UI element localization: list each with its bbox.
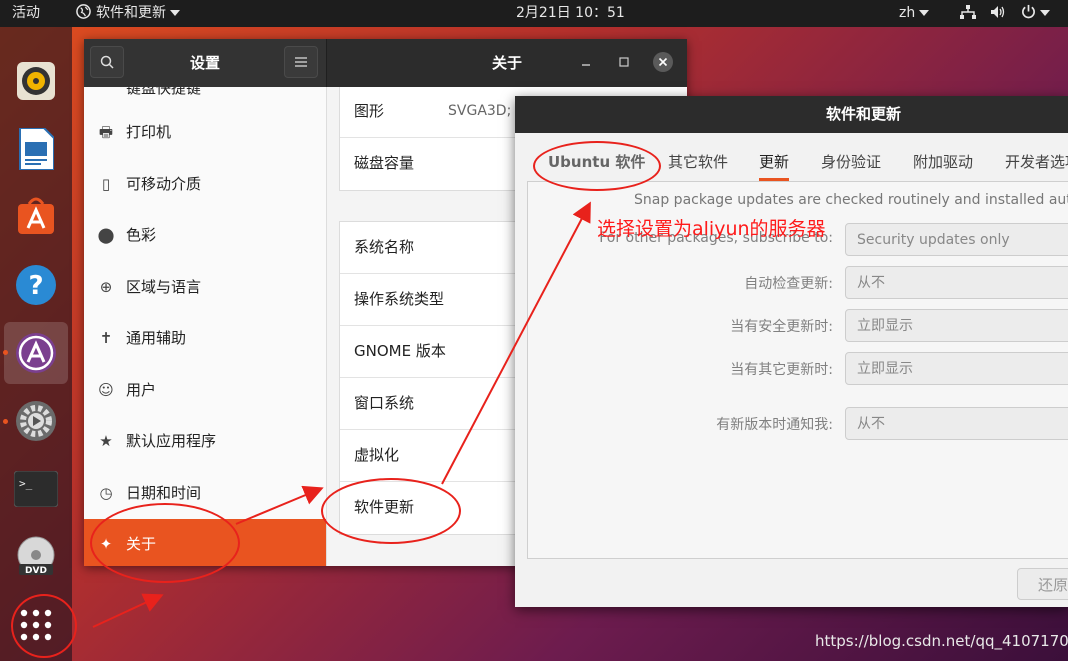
annotation-arrow (235, 485, 324, 525)
annotation-arrow (441, 201, 591, 485)
annotation-circle (533, 141, 661, 191)
annotation-circle (11, 594, 77, 658)
annotation-circle (321, 478, 461, 544)
annotation-text: 选择设置为aliyun的服务器 (597, 218, 826, 240)
annotation-arrow (92, 593, 164, 628)
watermark: https://blog.csdn.net/qq_41071706 (815, 632, 1068, 650)
annotation-circle (90, 503, 240, 583)
